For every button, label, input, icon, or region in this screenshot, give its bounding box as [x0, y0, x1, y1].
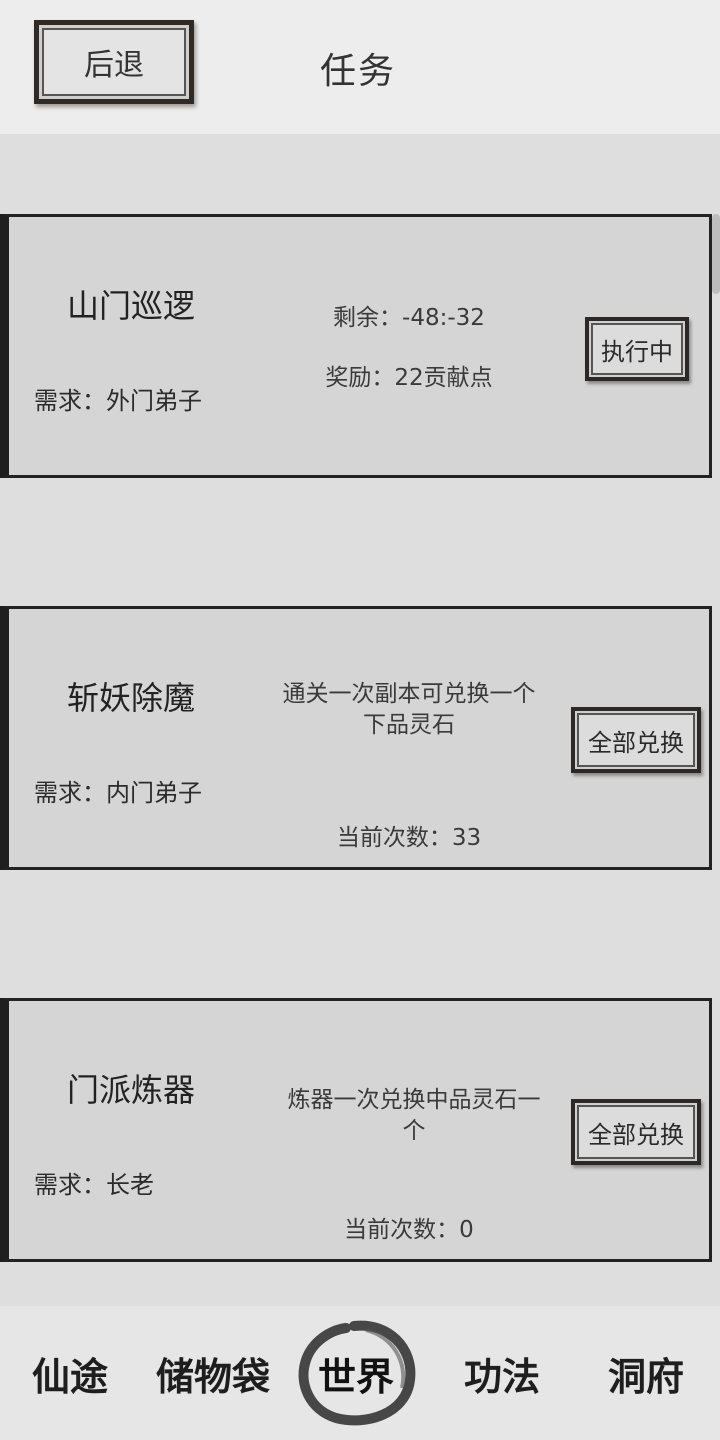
in-progress-button[interactable]: 执行中 — [585, 317, 689, 381]
nav-item-storage-bag[interactable]: 储物袋 — [156, 1346, 270, 1401]
task-title: 门派炼器 — [67, 1071, 196, 1109]
task-requirement: 需求：外门弟子 — [34, 387, 202, 415]
task-count: 当前次数：33 — [336, 825, 482, 851]
task-card-forging: 门派炼器 需求：长老 炼器一次兑换中品灵石一个 当前次数：0 全部兑换 — [0, 998, 712, 1262]
task-description: 通关一次副本可兑换一个下品灵石 — [282, 681, 536, 738]
task-requirement: 需求：内门弟子 — [34, 779, 202, 807]
task-remaining-time: 剩余：-48:-32 — [333, 305, 485, 331]
task-card-patrol: 山门巡逻 需求：外门弟子 剩余：-48:-32 奖励：22贡献点 执行中 — [0, 214, 712, 478]
nav-item-xiantu[interactable]: 仙途 — [32, 1346, 108, 1401]
task-card-slay-demons: 斩妖除魔 需求：内门弟子 通关一次副本可兑换一个下品灵石 当前次数：33 全部兑… — [0, 606, 712, 870]
exchange-all-button[interactable]: 全部兑换 — [571, 1099, 701, 1165]
task-title: 山门巡逻 — [67, 287, 196, 325]
back-button[interactable]: 后退 — [34, 20, 194, 104]
page-title: 任务 — [320, 51, 397, 92]
exchange-all-button[interactable]: 全部兑换 — [571, 707, 701, 773]
nav-item-techniques[interactable]: 功法 — [464, 1346, 540, 1401]
task-requirement: 需求：长老 — [34, 1171, 154, 1199]
bottom-nav: 仙途 储物袋 世界 功法 洞府 — [0, 1306, 720, 1440]
task-description: 炼器一次兑换中品灵石一个 — [287, 1087, 541, 1144]
task-reward: 奖励：22贡献点 — [325, 365, 493, 391]
nav-item-cave-dwelling[interactable]: 洞府 — [608, 1346, 684, 1401]
header-bar: 后退 任务 — [0, 0, 720, 134]
task-title: 斩妖除魔 — [67, 679, 196, 717]
task-list[interactable]: 山门巡逻 需求：外门弟子 剩余：-48:-32 奖励：22贡献点 执行中 斩妖除… — [0, 134, 720, 1306]
scrollbar[interactable] — [712, 214, 720, 294]
task-count: 当前次数：0 — [344, 1217, 474, 1243]
nav-item-world[interactable]: 世界 — [318, 1346, 394, 1401]
